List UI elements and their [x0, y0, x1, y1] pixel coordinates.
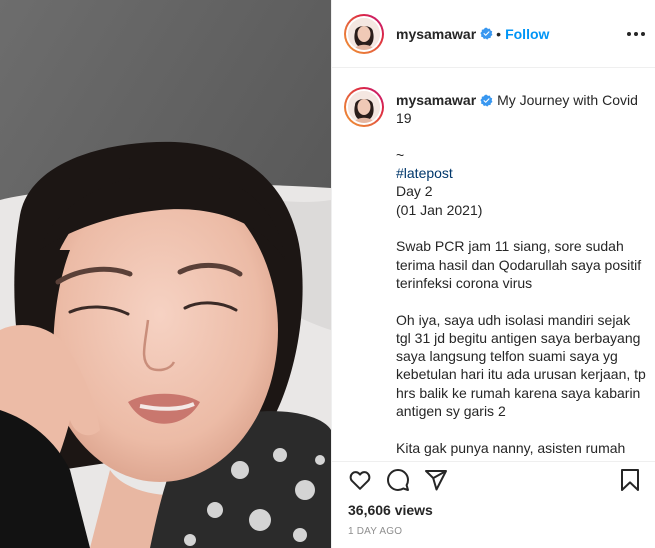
- share-icon[interactable]: [422, 466, 450, 494]
- author-username[interactable]: mysamawar: [396, 26, 476, 42]
- caption-paragraph: Oh iya, saya udh isolasi mandiri sejak t…: [396, 311, 650, 420]
- post-header: mysamawar • Follow: [332, 0, 655, 68]
- more-options-icon[interactable]: [624, 24, 648, 44]
- avatar-image: [348, 17, 380, 50]
- post-timestamp[interactable]: 1 DAY AGO: [348, 526, 402, 537]
- verified-badge-icon: [480, 94, 493, 107]
- post-video[interactable]: [0, 0, 331, 548]
- action-icons: [346, 466, 646, 500]
- caption-paragraph: Swab PCR jam 11 siang, sore sudah terima…: [396, 238, 646, 291]
- caption-author-avatar[interactable]: [344, 87, 384, 127]
- views-count[interactable]: 36,606 views: [348, 502, 433, 518]
- caption-line: ~: [396, 146, 405, 163]
- caption-username[interactable]: mysamawar: [396, 92, 476, 108]
- follow-button[interactable]: Follow: [505, 26, 549, 42]
- caption-row: mysamawar My Journey with Covid 19 ~ #la…: [344, 87, 646, 457]
- header-separator: •: [496, 25, 502, 42]
- caption-text: mysamawar My Journey with Covid 19 ~ #la…: [396, 87, 646, 457]
- video-frame-image: [0, 0, 331, 548]
- caption-area: mysamawar My Journey with Covid 19 ~ #la…: [332, 69, 655, 461]
- instagram-post: mysamawar • Follow mysamawar My Journey …: [0, 0, 655, 548]
- caption-line: Day 2: [396, 183, 433, 200]
- caption-line: (01 Jan 2021): [396, 201, 483, 218]
- post-side-panel: mysamawar • Follow mysamawar My Journey …: [331, 0, 655, 548]
- caption-paragraph: Kita gak punya nanny, asisten rumah: [396, 439, 626, 456]
- post-actions: 36,606 views 1 DAY AGO: [332, 461, 655, 548]
- author-avatar[interactable]: [344, 13, 384, 54]
- avatar-image: [348, 91, 380, 123]
- hashtag-link[interactable]: #latepost: [396, 164, 646, 182]
- heart-icon[interactable]: [346, 466, 374, 494]
- bookmark-icon[interactable]: [616, 466, 644, 494]
- verified-badge-icon: [480, 27, 493, 40]
- comment-icon[interactable]: [384, 466, 412, 494]
